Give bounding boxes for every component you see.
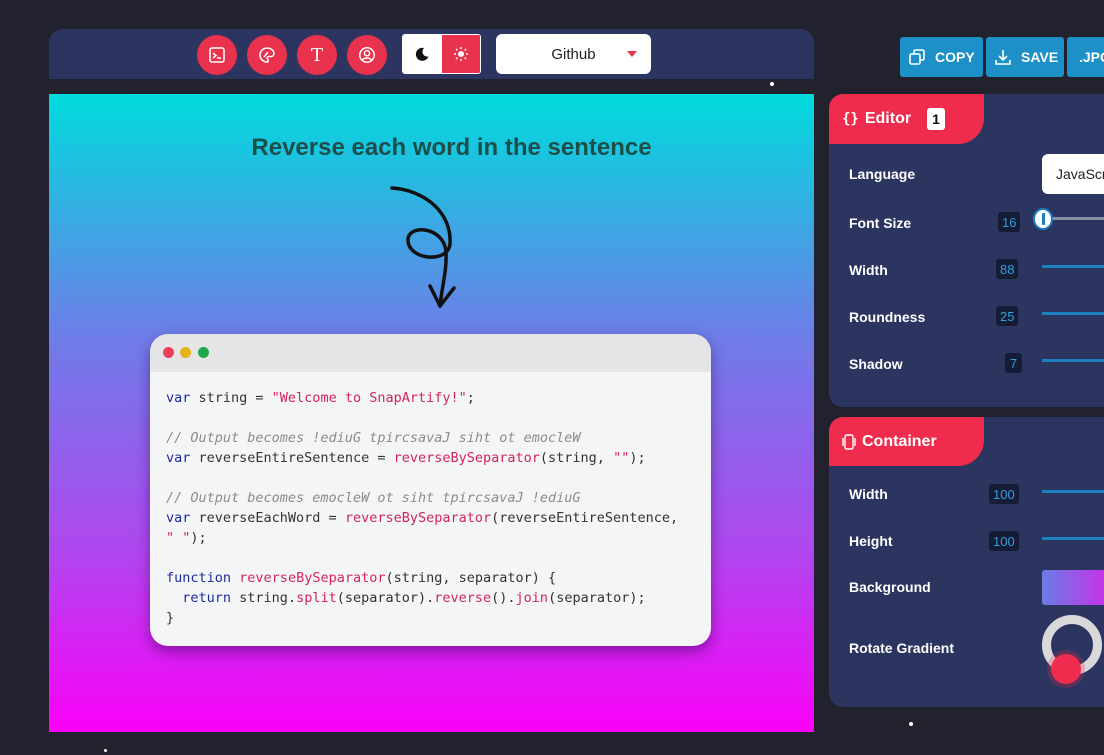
container-panel: Container Width 100 Height 100 Backgroun… (829, 417, 1104, 707)
font-size-slider-handle[interactable] (1033, 208, 1053, 230)
light-theme-button[interactable] (441, 35, 480, 73)
sun-icon (453, 47, 468, 61)
container-tab[interactable]: Container (829, 417, 984, 466)
font-size-value: 16 (998, 212, 1021, 232)
container-height-value: 100 (989, 531, 1019, 551)
user-button[interactable] (347, 35, 387, 75)
moon-icon (416, 47, 429, 61)
code-line: var string = "Welcome to SnapArtify!"; (166, 390, 475, 406)
theme-select-value: Github (551, 45, 596, 63)
theme-toggle[interactable] (402, 34, 481, 74)
code-line: function reverseBySeparator(string, sepa… (166, 570, 557, 586)
code-editor[interactable]: var string = "Welcome to SnapArtify!"; ​ /… (150, 372, 711, 628)
editor-panel: {} Editor 1 Language JavaScript Font Siz… (829, 94, 1104, 407)
terminal-button[interactable] (197, 35, 237, 75)
editor-tab-label: Editor (864, 110, 912, 127)
copy-icon (909, 49, 925, 65)
jpg-button[interactable]: .JPG (1067, 37, 1104, 77)
copy-label: COPY (935, 49, 975, 65)
caret-down-icon (627, 51, 637, 57)
rotate-gradient-handle[interactable] (1051, 654, 1081, 684)
container-tab-label: Container (862, 432, 937, 450)
save-label: SAVE (1021, 49, 1059, 65)
window-dot-red (163, 347, 174, 358)
dark-theme-button[interactable] (403, 35, 442, 73)
theme-select[interactable]: Github (496, 34, 651, 74)
width-label: Width (849, 262, 888, 278)
font-size-label: Font Size (849, 215, 912, 231)
rotate-gradient-label: Rotate Gradient (849, 640, 955, 656)
save-button[interactable]: SAVE (986, 37, 1064, 77)
top-toolbar: T Github (49, 29, 814, 79)
shadow-label: Shadow (849, 356, 903, 372)
code-window[interactable]: var string = "Welcome to SnapArtify!"; ​ /… (150, 334, 711, 646)
download-icon (995, 50, 1011, 65)
copy-button[interactable]: COPY (900, 37, 983, 77)
curly-arrow-icon (390, 186, 456, 308)
window-dot-green (198, 347, 209, 358)
code-line: ​ (166, 548, 695, 568)
container-width-label: Width (849, 486, 888, 502)
code-comment: // Output becomes !ediuG tpircsavaJ siht… (166, 430, 581, 446)
jpg-label: .JPG (1079, 49, 1104, 65)
roundness-value: 25 (996, 306, 1019, 326)
star (770, 82, 774, 86)
palette-icon (259, 47, 275, 63)
window-titlebar (150, 334, 711, 372)
container-width-slider[interactable] (1042, 490, 1104, 493)
code-line: ​ (166, 468, 695, 488)
background-label: Background (849, 579, 931, 595)
width-value: 88 (996, 259, 1019, 279)
container-width-value: 100 (989, 484, 1019, 504)
terminal-icon (209, 47, 225, 63)
braces-icon: {} (842, 111, 859, 127)
star (104, 749, 107, 752)
palette-button[interactable] (247, 35, 287, 75)
snapshot-canvas: Reverse each word in the sentence var st… (49, 94, 814, 732)
canvas-title[interactable]: Reverse each word in the sentence (49, 134, 814, 162)
background-gradient-picker[interactable] (1042, 570, 1104, 605)
device-icon (842, 433, 856, 450)
code-line: var reverseEachWord = reverseBySeparator… (166, 510, 679, 526)
roundness-label: Roundness (849, 309, 926, 325)
language-select[interactable]: JavaScript (1042, 154, 1104, 194)
code-line: return string.split(separator).reverse()… (166, 590, 646, 606)
text-button[interactable]: T (297, 35, 337, 75)
roundness-slider[interactable] (1042, 312, 1104, 315)
text-icon: T (310, 44, 323, 66)
language-label: Language (849, 166, 916, 182)
user-icon (359, 47, 375, 63)
window-dot-yellow (180, 347, 191, 358)
code-line: " "); (166, 530, 207, 546)
star (909, 722, 913, 726)
container-height-slider[interactable] (1042, 537, 1104, 540)
editor-count-badge: 1 (927, 108, 946, 130)
code-comment: // Output becomes emocleW ot siht tpircs… (166, 490, 581, 506)
shadow-slider[interactable] (1042, 359, 1104, 362)
editor-tab[interactable]: {} Editor 1 (829, 94, 984, 144)
shadow-value: 7 (1005, 353, 1022, 373)
width-slider[interactable] (1042, 265, 1104, 268)
code-line: ​ (166, 408, 695, 428)
code-line: } (166, 610, 175, 626)
container-height-label: Height (849, 533, 893, 549)
code-line: var reverseEntireSentence = reverseBySep… (166, 450, 646, 466)
